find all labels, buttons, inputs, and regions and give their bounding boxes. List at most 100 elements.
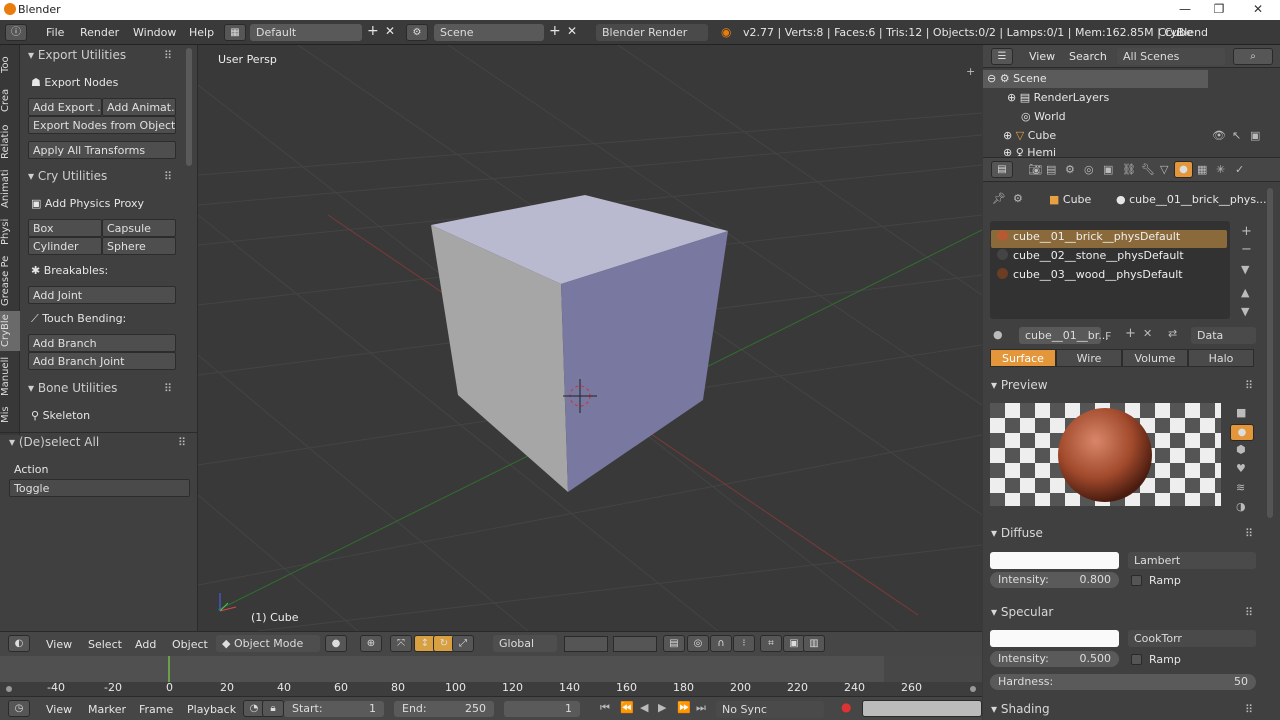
manipulator-toggle-icon[interactable]: ⤧ (390, 635, 412, 652)
export-nodes-from-objects-button[interactable]: Export Nodes from Objects (28, 116, 176, 134)
remove-slot-icon[interactable]: − (1241, 242, 1252, 257)
scene-layers-grid-2[interactable] (613, 636, 657, 652)
slot-specials-icon[interactable]: ▼ (1241, 263, 1249, 276)
apply-all-transforms-button[interactable]: Apply All Transforms (28, 141, 176, 159)
menu-render[interactable]: Render (80, 26, 119, 39)
menu-playback[interactable]: Playback (187, 703, 236, 716)
add-joint-button[interactable]: Add Joint (28, 286, 176, 304)
tab-wire[interactable]: Wire (1056, 349, 1122, 367)
move-slot-down-icon[interactable]: ▼ (1241, 305, 1249, 318)
specular-ramp-checkbox[interactable] (1131, 654, 1142, 665)
close-window-button[interactable]: ✕ (1243, 2, 1273, 16)
object-mode-dropdown[interactable]: ◆ Object Mode (216, 635, 320, 652)
tab-cryblend[interactable]: CryBle (0, 311, 20, 351)
material-browse-icon[interactable]: ● (993, 328, 1003, 341)
cryblend-menu[interactable]: CryBlend (1158, 26, 1208, 39)
unlink-material-icon[interactable]: ✕ (1143, 327, 1152, 340)
drag-handle-icon[interactable]: ⠿ (1245, 527, 1253, 540)
jump-prev-keyframe-icon[interactable]: ⏪ (620, 701, 634, 714)
new-material-icon[interactable]: + (1125, 326, 1136, 341)
preview-hair-icon[interactable]: ≋ (1236, 481, 1245, 494)
material-slot-stone[interactable]: cube__02__stone__physDefault (991, 249, 1227, 267)
deselect-all-header[interactable]: ▾ (De)select All (9, 435, 99, 449)
skeleton-button[interactable]: ⚲ Skeleton (31, 409, 90, 422)
outliner-menu-search[interactable]: Search (1069, 50, 1107, 63)
tab-volume[interactable]: Volume (1122, 349, 1188, 367)
tab-physics[interactable]: Physi (0, 213, 20, 251)
export-nodes-button[interactable]: ☗ Export Nodes (31, 76, 118, 89)
outliner-search-icon[interactable]: ⌕ (1233, 48, 1273, 65)
opengl-render-icon[interactable]: ▣ (783, 635, 805, 652)
drag-handle-icon[interactable]: ⠿ (1245, 379, 1253, 392)
outliner-menu-view[interactable]: View (1029, 50, 1055, 63)
menu-help[interactable]: Help (189, 26, 214, 39)
3d-viewport[interactable]: User Persp (1) Cube + (198, 45, 982, 631)
cylinder-proxy-button[interactable]: Cylinder (28, 237, 102, 255)
scene-icon[interactable]: ⚙ (406, 24, 428, 41)
material-context-icon[interactable]: ● (1174, 161, 1193, 178)
sync-mode-dropdown[interactable]: No Sync (716, 701, 824, 718)
current-frame-marker[interactable] (168, 656, 170, 682)
jump-start-icon[interactable]: ⏮ (600, 701, 610, 715)
outliner-hemi[interactable]: ⊕ ♀ Hemi (1003, 146, 1056, 156)
drag-handle-icon[interactable]: ⠿ (164, 49, 172, 62)
snap-toggle-icon[interactable]: ∩ (710, 635, 732, 652)
preview-sky-icon[interactable]: ◑ (1236, 500, 1246, 513)
snap-element-icon[interactable]: ⁝ (733, 635, 755, 652)
scene-context-icon[interactable]: ⚙ (1065, 163, 1075, 176)
preview-sphere-icon[interactable]: ● (1230, 424, 1254, 441)
render-engine-dropdown[interactable]: Blender Render (596, 24, 708, 41)
menu-marker[interactable]: Marker (88, 703, 126, 716)
jump-end-icon[interactable]: ⏭ (696, 701, 706, 715)
editor-type-outliner-icon[interactable]: ☰ (991, 48, 1013, 65)
menu-view[interactable]: View (46, 638, 72, 651)
tool-shelf-scrollbar[interactable] (186, 48, 192, 166)
add-animation-button[interactable]: Add Animat... (102, 98, 176, 116)
add-slot-icon[interactable]: + (1241, 224, 1252, 239)
tab-tools[interactable]: Too (0, 47, 20, 83)
play-reverse-icon[interactable]: ◀ (640, 701, 648, 714)
specular-color-swatch[interactable] (990, 630, 1119, 647)
end-frame-field[interactable]: End: 250 (394, 701, 494, 717)
add-layout-icon[interactable]: + (367, 23, 379, 39)
selectable-arrow-icon[interactable]: ↖ (1232, 129, 1241, 142)
scene-field[interactable]: Scene (434, 24, 544, 41)
editor-type-properties-icon[interactable]: ▤ (991, 161, 1013, 178)
editor-type-timeline-icon[interactable]: ◷ (8, 700, 30, 717)
material-slot-brick[interactable]: cube__01__brick__physDefault (991, 230, 1227, 248)
hardness-slider[interactable]: Hardness: 50 (990, 674, 1256, 690)
editor-type-3dview-icon[interactable]: ◐ (8, 635, 30, 652)
tab-relations[interactable]: Relatio (0, 119, 20, 165)
diffuse-panel-header[interactable]: ▾ Diffuse (991, 526, 1043, 540)
outliner-world[interactable]: ◎ World (1021, 110, 1066, 123)
visibility-eye-icon[interactable]: 👁︎ (1212, 129, 1226, 142)
screen-layout-icon[interactable]: ▦ (224, 24, 246, 41)
outliner-scene[interactable]: ⊖ ⚙ Scene (987, 72, 1047, 85)
modifiers-context-icon[interactable]: 🔧︎ (1141, 163, 1155, 176)
specular-panel-header[interactable]: ▾ Specular (991, 605, 1053, 619)
jump-next-keyframe-icon[interactable]: ⏩ (677, 701, 691, 714)
current-frame-field[interactable]: 1 (504, 701, 580, 717)
menu-window[interactable]: Window (133, 26, 176, 39)
move-slot-up-icon[interactable]: ▲ (1241, 286, 1249, 299)
drag-handle-icon[interactable]: ⠿ (164, 170, 172, 183)
opengl-animation-icon[interactable]: ▥ (803, 635, 825, 652)
menu-frame[interactable]: Frame (139, 703, 173, 716)
box-proxy-button[interactable]: Box (28, 219, 102, 237)
bone-utilities-header[interactable]: ▾ Bone Utilities (28, 381, 117, 395)
export-utilities-header[interactable]: ▾ Export Utilities (28, 48, 126, 62)
add-branch-button[interactable]: Add Branch (28, 334, 176, 352)
renderable-camera-icon[interactable]: ▣ (1250, 129, 1260, 142)
tab-create[interactable]: Crea (0, 81, 20, 119)
drag-handle-icon[interactable]: ⠿ (1245, 606, 1253, 619)
object-context-icon[interactable]: ▣ (1103, 163, 1113, 176)
scale-manipulator-icon[interactable]: ⤢ (452, 635, 474, 652)
world-context-icon[interactable]: ◎ (1084, 163, 1094, 176)
render-context-icon[interactable]: 📷︎ (1028, 163, 1042, 176)
capsule-proxy-button[interactable]: Capsule (102, 219, 176, 237)
data-context-icon[interactable]: ▽ (1160, 163, 1168, 176)
tab-halo[interactable]: Halo (1188, 349, 1254, 367)
preview-cube-icon[interactable]: ⬢ (1236, 443, 1246, 456)
material-link-dropdown[interactable]: Data (1191, 327, 1256, 344)
diffuse-intensity-slider[interactable]: Intensity: 0.800 (990, 572, 1119, 588)
